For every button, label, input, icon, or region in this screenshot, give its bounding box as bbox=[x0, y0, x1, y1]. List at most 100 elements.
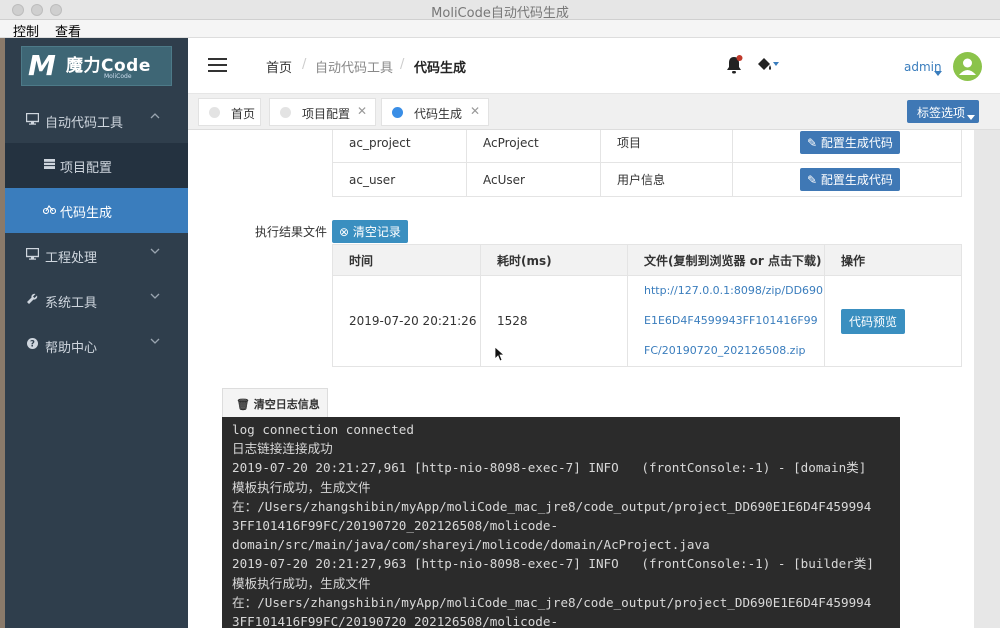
caret-down-icon[interactable] bbox=[934, 65, 942, 79]
logo-mark: M bbox=[28, 49, 56, 82]
log-line: domain/src/main/java/com/shareyi/molicod… bbox=[232, 537, 710, 553]
button-label: 清空日志信息 bbox=[253, 398, 320, 411]
tab-project-config[interactable]: 项目配置 ✕ bbox=[269, 98, 376, 126]
table-cell: AcUser bbox=[466, 162, 601, 197]
theme-paint-icon[interactable] bbox=[756, 57, 780, 76]
monitor-icon bbox=[25, 247, 39, 262]
clear-log-button[interactable]: 🗑 清空日志信息 bbox=[222, 388, 328, 417]
link-line: http://127.0.0.1:8098/zip/DD690 bbox=[644, 284, 824, 297]
app-logo[interactable]: M 魔力Code MoliCode bbox=[21, 46, 172, 86]
table-cell: 2019-07-20 20:21:26 bbox=[332, 275, 481, 367]
link-line: E1E6D4F4599943FF101416F99 bbox=[644, 314, 818, 327]
tab-label: 首页 bbox=[231, 107, 256, 121]
chevron-down-icon bbox=[150, 291, 160, 304]
chevron-down-icon bbox=[150, 246, 160, 259]
tab-home[interactable]: 首页 bbox=[198, 98, 261, 126]
sidebar-item-label: 自动代码工具 bbox=[45, 116, 124, 131]
button-label: 清空记录 bbox=[352, 225, 401, 239]
config-generate-button[interactable]: ✎ 配置生成代码 bbox=[800, 168, 900, 191]
table-row: ac_project AcProject 项目 ✎ 配置生成代码 bbox=[332, 130, 962, 163]
bell-icon[interactable] bbox=[725, 55, 743, 78]
chevron-up-icon bbox=[150, 111, 160, 124]
breadcrumb-auto-code-tools[interactable]: 自动代码工具 bbox=[315, 57, 393, 76]
table-header-row: 时间 耗时(ms) 文件(复制到浏览器 or 点击下载) 操作 bbox=[332, 244, 962, 276]
sidebar-item-auto-code-tools[interactable]: 自动代码工具 bbox=[5, 98, 188, 143]
bicycle-icon bbox=[42, 203, 56, 217]
tab-status-dot bbox=[392, 107, 403, 118]
table-cell: ✎ 配置生成代码 bbox=[732, 162, 962, 197]
logo-subtitle: MoliCode bbox=[104, 73, 132, 80]
window-title: MoliCode自动代码生成 bbox=[431, 6, 569, 21]
close-icon[interactable]: ✕ bbox=[470, 104, 480, 118]
breadcrumb-separator: / bbox=[400, 57, 405, 72]
tag-options-label: 标签选项 bbox=[917, 106, 966, 120]
breadcrumb-current: 代码生成 bbox=[414, 61, 467, 76]
tag-options-dropdown[interactable]: 标签选项 bbox=[907, 100, 979, 123]
download-link[interactable]: http://127.0.0.1:8098/zip/DD690 E1E6D4F4… bbox=[627, 275, 825, 367]
sidebar-item-project-config[interactable]: 项目配置 bbox=[5, 143, 188, 188]
table-cell: ✎ 配置生成代码 bbox=[732, 130, 962, 163]
tab-label: 项目配置 bbox=[302, 107, 351, 121]
sidebar-item-label: 代码生成 bbox=[60, 206, 113, 221]
sidebar-item-help-center[interactable]: ? 帮助中心 bbox=[5, 323, 188, 368]
results-table: 时间 耗时(ms) 文件(复制到浏览器 or 点击下载) 操作 2019-07-… bbox=[332, 244, 962, 367]
breadcrumb-home[interactable]: 首页 bbox=[266, 57, 292, 76]
tab-code-generation[interactable]: 代码生成 ✕ bbox=[381, 98, 489, 126]
log-line: 模板执行成功，生成文件 bbox=[232, 575, 371, 591]
tab-status-dot bbox=[280, 107, 291, 118]
avatar[interactable] bbox=[953, 52, 982, 81]
column-header: 耗时(ms) bbox=[480, 244, 628, 276]
sidebar: M 魔力Code MoliCode 自动代码工具 项目配置 代码生成 工程处理 bbox=[5, 38, 188, 628]
mouse-cursor-icon bbox=[494, 346, 506, 365]
column-header: 操作 bbox=[824, 244, 962, 276]
tabs-bar: 首页 项目配置 ✕ 代码生成 ✕ bbox=[188, 94, 1000, 130]
question-icon: ? bbox=[25, 338, 39, 352]
code-preview-button[interactable]: 代码预览 bbox=[841, 308, 906, 334]
table-cell: 用户信息 bbox=[600, 162, 733, 197]
link-line: FC/20190720_202126508.zip bbox=[644, 344, 806, 357]
tab-label: 代码生成 bbox=[414, 107, 463, 121]
sidebar-item-label: 工程处理 bbox=[45, 251, 98, 266]
close-icon[interactable]: ✕ bbox=[357, 104, 367, 118]
table-cell: ac_user bbox=[332, 162, 467, 197]
scroll-gutter bbox=[974, 130, 1000, 628]
sidebar-item-system-tools[interactable]: 系统工具 bbox=[5, 278, 188, 323]
log-line: 在：/Users/zhangshibin/myApp/moliCode_mac_… bbox=[232, 594, 872, 610]
menubar: 控制 查看 bbox=[0, 20, 1000, 40]
config-generate-button[interactable]: ✎ 配置生成代码 bbox=[800, 131, 900, 154]
sidebar-item-label: 帮助中心 bbox=[45, 341, 98, 356]
table-cell: AcProject bbox=[466, 130, 601, 163]
sidebar-item-label: 系统工具 bbox=[45, 296, 98, 311]
table-row: ac_user AcUser 用户信息 ✎ 配置生成代码 bbox=[332, 162, 962, 197]
sidebar-item-code-generation[interactable]: 代码生成 bbox=[5, 188, 188, 233]
log-line: 模板执行成功，生成文件 bbox=[232, 479, 371, 495]
tab-status-dot bbox=[209, 107, 220, 118]
log-console[interactable]: log connection connected 日志链接连接成功 2019-07-… bbox=[222, 417, 900, 628]
column-header: 时间 bbox=[332, 244, 481, 276]
column-header: 文件(复制到浏览器 or 点击下载) bbox=[627, 244, 825, 276]
wrench-icon bbox=[25, 293, 39, 307]
table-row: 2019-07-20 20:21:26 1528 http://127.0.0.… bbox=[332, 275, 962, 367]
window-titlebar: MoliCode自动代码生成 bbox=[0, 0, 1000, 21]
chevron-down-icon bbox=[150, 336, 160, 349]
clear-records-button[interactable]: ⊗ 清空记录 bbox=[332, 220, 408, 243]
monitor-icon bbox=[25, 112, 39, 127]
table-cell: ac_project bbox=[332, 130, 467, 163]
caret-down-icon bbox=[967, 109, 975, 123]
sidebar-item-label: 项目配置 bbox=[60, 161, 113, 176]
main-content: ac_project AcProject 项目 ✎ 配置生成代码 ac_user… bbox=[188, 130, 974, 628]
button-label: 配置生成代码 bbox=[820, 136, 893, 150]
menu-toggle-icon[interactable] bbox=[208, 58, 227, 73]
project-table: ac_project AcProject 项目 ✎ 配置生成代码 ac_user… bbox=[332, 130, 962, 197]
log-line: 2019-07-20 20:21:27,963 [http-nio-8098-e… bbox=[232, 556, 874, 572]
results-label: 执行结果文件 bbox=[255, 225, 328, 239]
sidebar-item-project-processing[interactable]: 工程处理 bbox=[5, 233, 188, 278]
log-line: 在：/Users/zhangshibin/myApp/moliCode_mac_… bbox=[232, 498, 872, 514]
svg-text:?: ? bbox=[30, 340, 35, 349]
table-icon bbox=[42, 158, 56, 172]
breadcrumb-separator: / bbox=[302, 57, 307, 72]
log-line: log connection connected bbox=[232, 422, 414, 437]
log-line: 3FF101416F99FC/20190720_202126508/molico… bbox=[232, 614, 559, 628]
log-line: 2019-07-20 20:21:27,961 [http-nio-8098-e… bbox=[232, 460, 867, 476]
log-line: 日志链接连接成功 bbox=[232, 441, 333, 457]
